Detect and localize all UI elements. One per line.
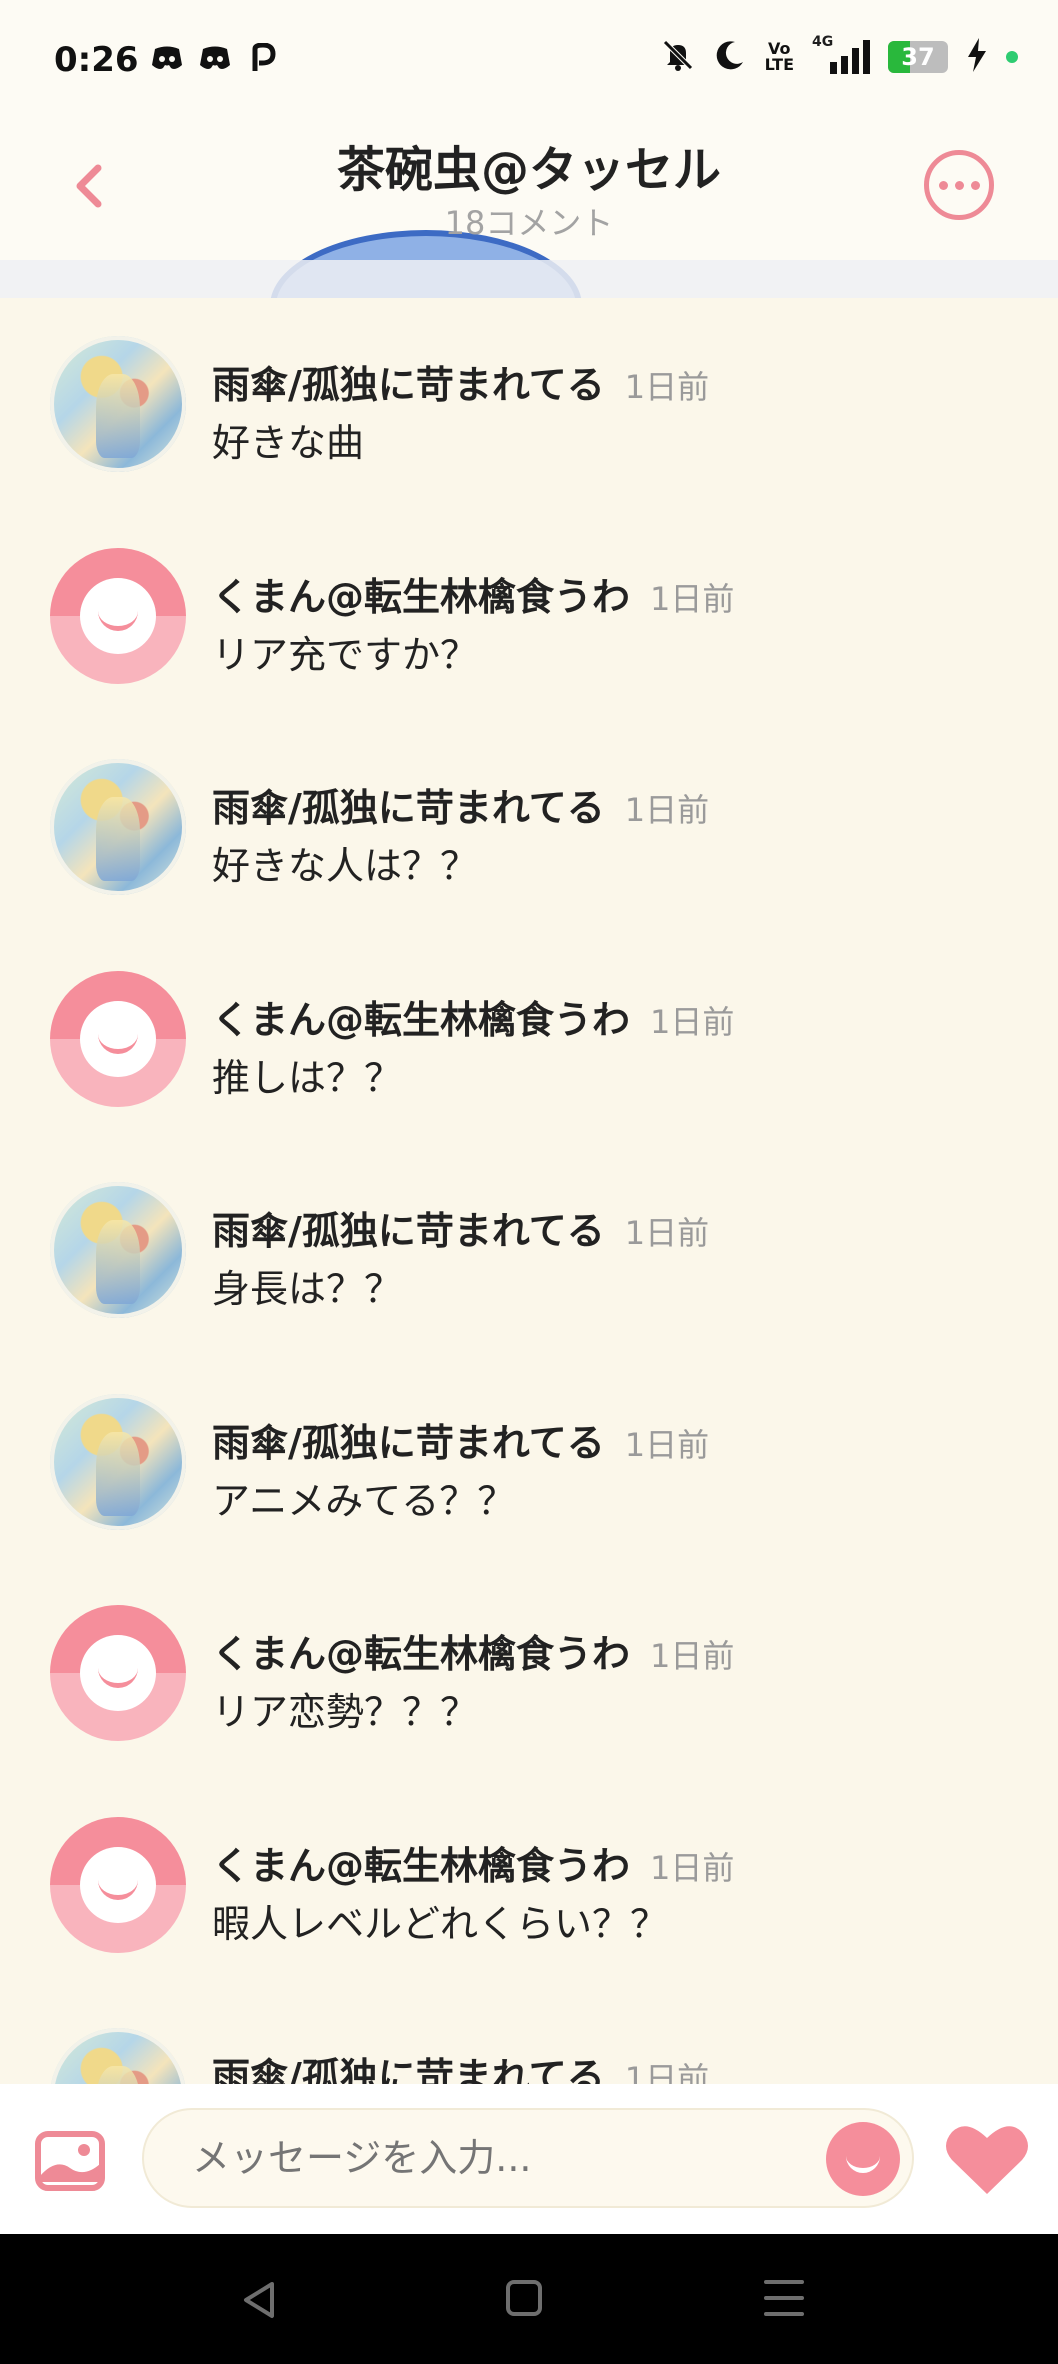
avatar[interactable] xyxy=(50,970,186,1107)
nav-menu-button[interactable] xyxy=(764,2280,804,2316)
comment-item[interactable]: 雨傘/孤独に苛まれてる 1日前身長は？？ xyxy=(0,1144,1058,1356)
comment-username[interactable]: くまん@転生林檎食うわ 1日前 xyxy=(212,989,734,1044)
header: 茶碗虫@タッセル 18コメント xyxy=(0,120,1058,298)
image-icon xyxy=(35,2131,105,2191)
avatar[interactable] xyxy=(50,1605,186,1741)
nav-home-button[interactable] xyxy=(506,2280,542,2316)
comment-timestamp: 1日前 xyxy=(624,2060,710,2084)
message-input-bar xyxy=(0,2084,1058,2234)
avatar[interactable] xyxy=(50,759,186,895)
avatar[interactable] xyxy=(50,1816,186,1953)
comment-timestamp: 1日前 xyxy=(650,1637,735,1675)
more-icon xyxy=(938,180,948,190)
comment-item[interactable]: 雨傘/孤独に苛まれてる 1日前アニメみてる？？ xyxy=(0,1356,1058,1568)
comment-username[interactable]: 雨傘/孤独に苛まれてる 1日前 xyxy=(212,2046,709,2084)
bell-muted-icon xyxy=(661,38,695,76)
comment-username[interactable]: 雨傘/孤独に苛まれてる 1日前 xyxy=(212,1412,709,1467)
comment-username[interactable]: くまん@転生林檎食うわ 1日前 xyxy=(212,1835,734,1890)
avatar[interactable] xyxy=(50,2028,186,2084)
image-button[interactable] xyxy=(34,2130,106,2192)
message-input[interactable] xyxy=(142,2108,914,2208)
comment-text: アニメみてる？？ xyxy=(212,1478,516,1523)
nav-back-icon xyxy=(244,2282,274,2318)
smiley-avatar-icon xyxy=(80,1635,156,1711)
comment-item[interactable]: 雨傘/孤独に苛まれてる 1日前好きな曲 xyxy=(0,298,1058,510)
comment-timestamp: 1日前 xyxy=(624,1214,710,1252)
comment-username[interactable]: くまん@転生林檎食うわ 1日前 xyxy=(212,566,734,621)
smiley-avatar-icon xyxy=(80,1000,156,1077)
status-bar: 0:26 Vo LTE 4G 37 xyxy=(0,0,1058,120)
like-button[interactable] xyxy=(944,2122,1030,2196)
nav-menu-icon xyxy=(764,2280,804,2284)
comment-item[interactable]: 雨傘/孤独に苛まれてる 1日前 xyxy=(0,1990,1058,2084)
comment-item[interactable]: 雨傘/孤独に苛まれてる 1日前好きな人は？？ xyxy=(0,721,1058,933)
avatar[interactable] xyxy=(50,1393,186,1530)
emoji-button[interactable] xyxy=(826,2122,900,2196)
comment-text: 好きな人は？？ xyxy=(212,844,479,888)
comment-timestamp: 1日前 xyxy=(624,368,710,406)
charging-icon xyxy=(966,38,988,76)
comment-timestamp: 1日前 xyxy=(650,1848,735,1887)
p-app-icon xyxy=(246,42,280,74)
comment-text: 暇人レベルどれくらい？？ xyxy=(212,1901,669,1946)
comment-text: 推しは？？ xyxy=(212,1055,403,1100)
comment-item[interactable]: くまん@転生林檎食うわ 1日前推しは？？ xyxy=(0,933,1058,1145)
comment-timestamp: 1日前 xyxy=(650,1002,735,1041)
avatar[interactable] xyxy=(50,1182,186,1318)
comment-text: 好きな曲 xyxy=(212,421,365,465)
comment-text: リア恋勢？？？ xyxy=(212,1690,479,1734)
avatar[interactable] xyxy=(50,336,186,472)
comment-text: 身長は？？ xyxy=(212,1267,403,1311)
moon-icon xyxy=(713,38,747,76)
notification-icons xyxy=(150,42,280,74)
comment-username[interactable]: くまん@転生林檎食うわ 1日前 xyxy=(212,1623,734,1678)
status-right-icons: Vo LTE 4G 37 xyxy=(661,34,1018,76)
more-button[interactable] xyxy=(924,150,994,220)
comment-count: 18コメント xyxy=(444,204,614,242)
comment-timestamp: 1日前 xyxy=(650,579,735,618)
comment-username[interactable]: 雨傘/孤独に苛まれてる 1日前 xyxy=(212,1200,709,1255)
comment-item[interactable]: くまん@転生林檎食うわ 1日前リア恋勢？？？ xyxy=(0,1567,1058,1779)
comment-list[interactable]: 雨傘/孤独に苛まれてる 1日前 好きな曲 くまん@転生林檎食うわ 1日前 リア充ですか？雨… xyxy=(0,298,1058,2084)
nav-back-button[interactable] xyxy=(238,2278,282,2322)
comment-timestamp: 1日前 xyxy=(624,1425,710,1464)
discord-icon xyxy=(150,42,184,74)
volte-label: Vo LTE xyxy=(764,39,794,74)
smiley-avatar-icon xyxy=(80,1846,156,1923)
discord-icon xyxy=(198,42,232,74)
avatar[interactable] xyxy=(50,547,186,684)
status-time: 0:26 xyxy=(54,40,139,80)
comment-item[interactable]: くまん@転生林檎食うわ 1日前暇人レベルどれくらい？？ xyxy=(0,1779,1058,1991)
smiley-avatar-icon xyxy=(80,577,156,654)
heart-icon xyxy=(946,2126,1028,2194)
battery-icon: 37 xyxy=(888,41,948,73)
comment-timestamp: 1日前 xyxy=(624,791,710,829)
page-title: 茶碗虫@タッセル xyxy=(336,142,721,198)
comment-username[interactable]: 雨傘/孤独に苛まれてる 1日前 xyxy=(212,777,709,832)
comment-item[interactable]: くまん@転生林檎食うわ 1日前リア充ですか？ xyxy=(0,510,1058,722)
comment-text: リア充ですか？ xyxy=(212,632,479,677)
system-nav-bar xyxy=(0,2234,1058,2364)
dot-indicator xyxy=(1006,51,1018,63)
signal-icon: 4G xyxy=(812,34,870,74)
comment-username[interactable]: 雨傘/孤独に苛まれてる 1日前 xyxy=(212,354,709,409)
